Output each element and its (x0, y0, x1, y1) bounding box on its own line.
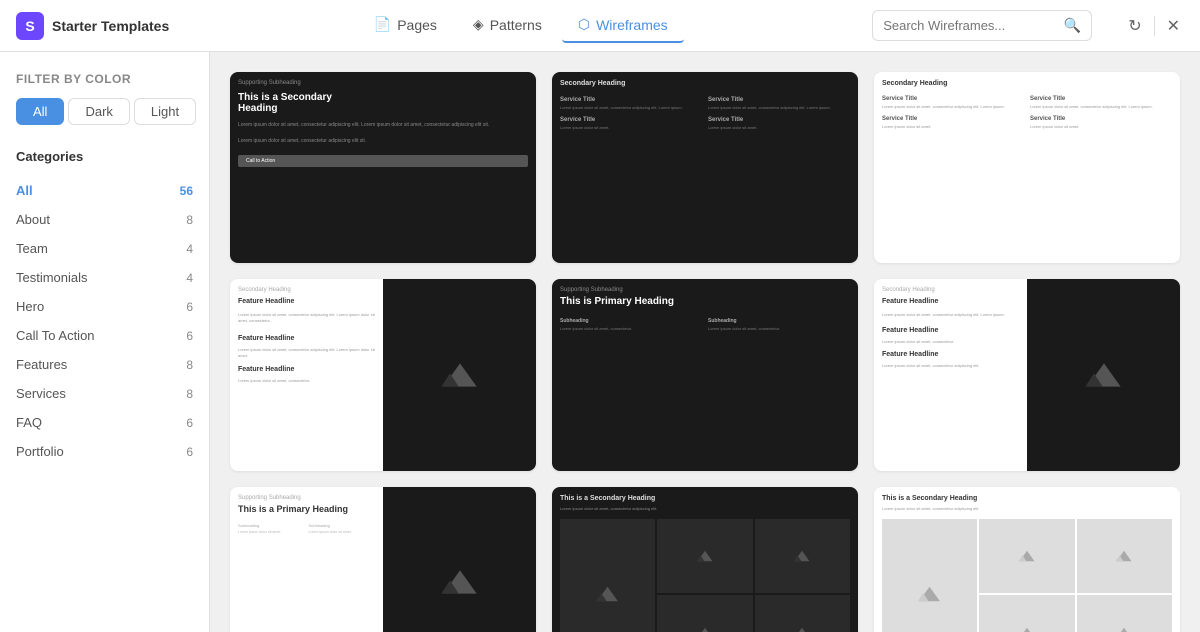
category-cta-count: 6 (186, 329, 193, 343)
tab-patterns[interactable]: ◈ Patterns (457, 8, 558, 43)
template-preview: This is a Secondary Heading Lorem ipsum … (874, 487, 1180, 632)
template-card[interactable]: Supporting Subheading This is Primary He… (552, 279, 858, 470)
header-divider (1154, 16, 1155, 36)
template-preview: Secondary Heading Feature Headline Lorem… (230, 279, 536, 470)
template-card[interactable]: Supporting Subheading This is a Secondar… (230, 72, 536, 263)
filter-dark[interactable]: Dark (68, 98, 129, 125)
color-filters: All Dark Light (16, 98, 193, 125)
filter-label: Filter by Color (16, 72, 193, 86)
tab-wireframes[interactable]: ⬡ Wireframes (562, 8, 684, 43)
category-testimonials-label: Testimonials (16, 270, 88, 285)
template-preview: This is a Secondary Heading Lorem ipsum … (552, 487, 858, 632)
template-preview: Supporting Subheading This is a Primary … (230, 487, 536, 632)
logo: S Starter Templates (16, 12, 169, 40)
category-features-label: Features (16, 357, 67, 372)
template-preview: Secondary Heading Service Title Lorem ip… (874, 72, 1180, 263)
category-testimonials-count: 4 (186, 271, 193, 285)
template-card[interactable]: Secondary Heading Service Title Lorem ip… (874, 72, 1180, 263)
category-hero-count: 6 (186, 300, 193, 314)
tab-wireframes-label: Wireframes (596, 17, 668, 33)
pages-icon: 📄 (374, 16, 391, 33)
category-all-label: All (16, 183, 33, 198)
template-card[interactable]: This is a Secondary Heading Lorem ipsum … (874, 487, 1180, 632)
close-button[interactable]: ✕ (1163, 12, 1184, 40)
nav-tabs: 📄 Pages ◈ Patterns ⬡ Wireframes (193, 8, 848, 43)
template-card[interactable]: Supporting Subheading This is a Primary … (230, 487, 536, 632)
category-about-label: About (16, 212, 50, 227)
sidebar-item-hero[interactable]: Hero 6 (16, 292, 193, 321)
category-features-count: 8 (186, 358, 193, 372)
templates-grid-container: Supporting Subheading This is a Secondar… (210, 52, 1200, 632)
template-card[interactable]: Secondary Heading Feature Headline Lorem… (874, 279, 1180, 470)
template-preview: Supporting Subheading This is Primary He… (552, 279, 858, 470)
category-faq-label: FAQ (16, 415, 42, 430)
category-about-count: 8 (186, 213, 193, 227)
app-name: Starter Templates (52, 18, 169, 34)
filter-all[interactable]: All (16, 98, 64, 125)
sidebar-item-services[interactable]: Services 8 (16, 379, 193, 408)
refresh-button[interactable]: ↻ (1124, 12, 1145, 40)
patterns-icon: ◈ (473, 16, 484, 33)
search-icon: 🔍 (1064, 17, 1081, 34)
sidebar-item-cta[interactable]: Call To Action 6 (16, 321, 193, 350)
sidebar-item-about[interactable]: About 8 (16, 205, 193, 234)
templates-grid: Supporting Subheading This is a Secondar… (230, 72, 1180, 632)
app-header: S Starter Templates 📄 Pages ◈ Patterns ⬡… (0, 0, 1200, 52)
tab-pages[interactable]: 📄 Pages (358, 8, 453, 43)
category-all-count: 56 (180, 184, 193, 198)
sidebar-item-testimonials[interactable]: Testimonials 4 (16, 263, 193, 292)
sidebar-item-team[interactable]: Team 4 (16, 234, 193, 263)
template-preview: Secondary Heading Service Title Lorem ip… (552, 72, 858, 263)
main-layout: Filter by Color All Dark Light Categorie… (0, 52, 1200, 632)
category-team-label: Team (16, 241, 48, 256)
tab-pages-label: Pages (397, 17, 437, 33)
category-faq-count: 6 (186, 416, 193, 430)
search-box[interactable]: 🔍 (872, 10, 1092, 41)
category-services-label: Services (16, 386, 66, 401)
tab-patterns-label: Patterns (490, 17, 542, 33)
sidebar: Filter by Color All Dark Light Categorie… (0, 52, 210, 632)
template-preview: Supporting Subheading This is a Secondar… (230, 72, 536, 263)
category-hero-label: Hero (16, 299, 44, 314)
category-team-count: 4 (186, 242, 193, 256)
template-preview: Secondary Heading Feature Headline Lorem… (874, 279, 1180, 470)
sidebar-item-faq[interactable]: FAQ 6 (16, 408, 193, 437)
category-portfolio-count: 6 (186, 445, 193, 459)
category-portfolio-label: Portfolio (16, 444, 64, 459)
categories-label: Categories (16, 149, 193, 164)
template-card[interactable]: Secondary Heading Feature Headline Lorem… (230, 279, 536, 470)
sidebar-item-portfolio[interactable]: Portfolio 6 (16, 437, 193, 466)
search-input[interactable] (883, 18, 1058, 33)
sidebar-item-all[interactable]: All 56 (16, 176, 193, 205)
template-card[interactable]: Secondary Heading Service Title Lorem ip… (552, 72, 858, 263)
wireframes-icon: ⬡ (578, 16, 590, 33)
category-services-count: 8 (186, 387, 193, 401)
filter-light[interactable]: Light (134, 98, 196, 125)
logo-icon: S (16, 12, 44, 40)
category-cta-label: Call To Action (16, 328, 95, 343)
header-actions: ↻ ✕ (1124, 12, 1184, 40)
template-card[interactable]: This is a Secondary Heading Lorem ipsum … (552, 487, 858, 632)
sidebar-item-features[interactable]: Features 8 (16, 350, 193, 379)
